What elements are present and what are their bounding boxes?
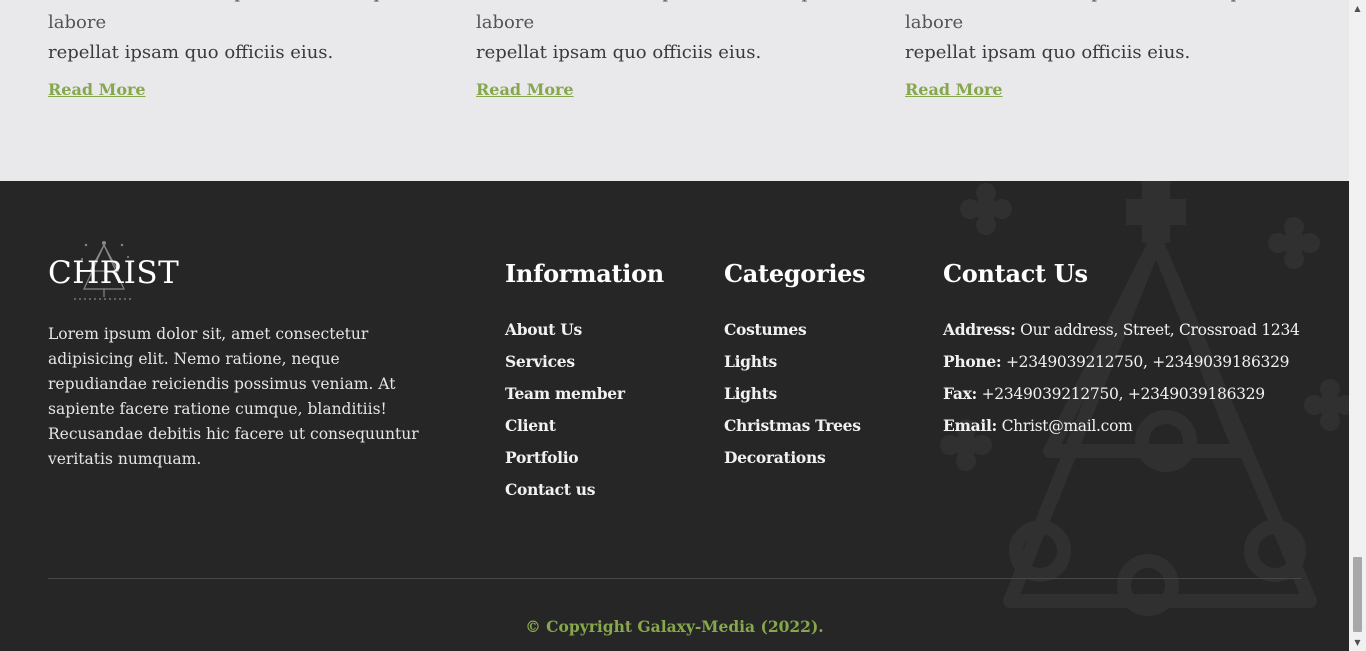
scroll-down-arrow-icon[interactable]: ▼ [1349,634,1366,651]
contact-label: Email: [943,416,997,435]
contact-email: Email: Christ@mail.com [943,410,1300,442]
footer-link-portfolio[interactable]: Portfolio [505,442,664,474]
categories-column: Categories Costumes Lights Lights Christ… [724,259,866,474]
contact-label: Address: [943,320,1016,339]
contact-address: Address: Our address, Street, Crossroad … [943,314,1300,346]
read-more-link[interactable]: Read More [48,80,146,99]
blog-excerpt: repellat ipsam quo officiis eius. [905,42,1191,63]
blog-card: ratione incidunt et aperiam sint corpori… [905,0,1325,99]
categories-links: Costumes Lights Lights Christmas Trees D… [724,314,865,474]
blog-card: ratione incidunt et aperiam sint corpori… [48,0,468,99]
contact-value: +2349039212750, +2349039186329 [1005,353,1290,371]
copyright-text: © Copyright Galaxy-Media (2022). [525,617,824,636]
category-link-lights[interactable]: Lights [724,378,865,410]
brand-name[interactable]: CHRIST [48,255,179,291]
category-link-christmas-trees[interactable]: Christmas Trees [724,410,865,442]
contact-fax: Fax: +2349039212750, +2349039186329 [943,378,1300,410]
scrollbar-thumb[interactable] [1353,557,1362,632]
footer-link-about-us[interactable]: About Us [505,314,664,346]
blog-excerpt-cut: ratione incidunt et aperiam sint corpori… [48,0,419,33]
contact-value[interactable]: Christ@mail.com [1002,417,1133,435]
contact-value: +2349039212750, +2349039186329 [981,385,1266,403]
blog-excerpt: repellat ipsam quo officiis eius. [476,42,762,63]
about-text: Lorem ipsum dolor sit, amet consectetur … [48,325,419,468]
contact-phone: Phone: +2349039212750, +2349039186329 [943,346,1300,378]
read-more-link[interactable]: Read More [476,80,574,99]
contact-column: Contact Us Address: Our address, Street,… [943,259,1300,442]
blog-card: ratione incidunt et aperiam sint corpori… [476,0,896,99]
footer-link-client[interactable]: Client [505,410,664,442]
vertical-scrollbar[interactable]: ▲ ▼ [1349,0,1366,651]
contact-list: Address: Our address, Street, Crossroad … [943,314,1300,442]
footer-divider [48,578,1301,579]
footer-link-services[interactable]: Services [505,346,664,378]
blog-excerpt-cut: ratione incidunt et aperiam sint corpori… [476,0,847,33]
footer-link-team-member[interactable]: Team member [505,378,664,410]
contact-label: Phone: [943,352,1002,371]
contact-heading: Contact Us [943,259,1088,288]
read-more-link[interactable]: Read More [905,80,1003,99]
contact-label: Fax: [943,384,977,403]
category-link-lights[interactable]: Lights [724,346,865,378]
categories-heading: Categories [724,259,866,288]
information-column: Information About Us Services Team membe… [505,259,664,506]
information-heading: Information [505,259,664,288]
category-link-costumes[interactable]: Costumes [724,314,865,346]
blog-section: ratione incidunt et aperiam sint corpori… [0,0,1349,181]
blog-excerpt-cut: ratione incidunt et aperiam sint corpori… [905,0,1276,33]
blog-excerpt: repellat ipsam quo officiis eius. [48,42,334,63]
information-links: About Us Services Team member Client Por… [505,314,664,506]
category-link-decorations[interactable]: Decorations [724,442,865,474]
footer-link-contact-us[interactable]: Contact us [505,474,664,506]
scroll-up-arrow-icon[interactable]: ▲ [1349,0,1366,17]
footer: CHRIST Lorem ipsum dolor sit, amet conse… [0,181,1349,651]
contact-value: Our address, Street, Crossroad 1234 [1020,321,1300,339]
